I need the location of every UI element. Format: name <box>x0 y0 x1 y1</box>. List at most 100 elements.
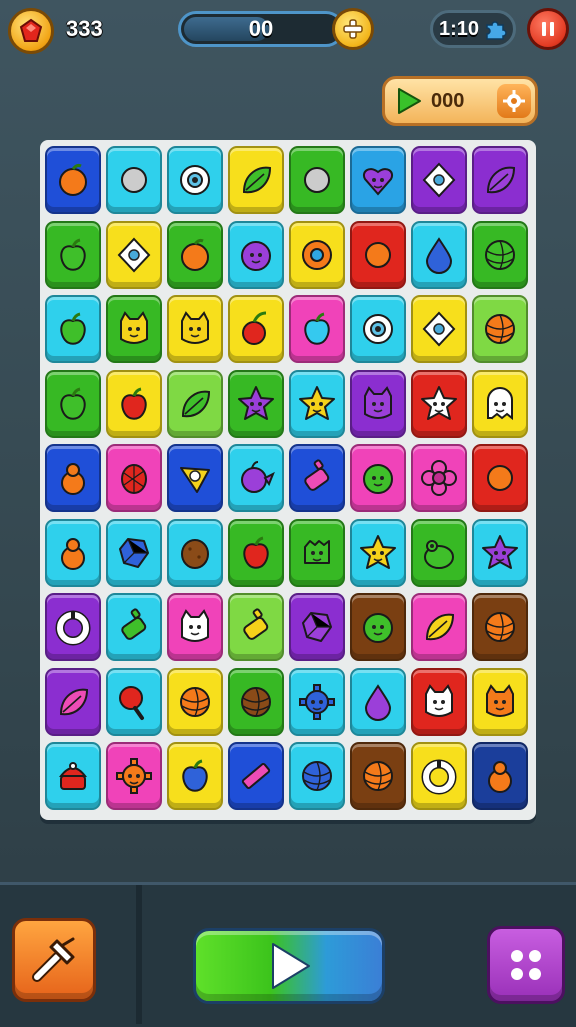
board-tile[interactable] <box>350 369 406 438</box>
board-tile[interactable] <box>228 593 284 661</box>
board-tile[interactable] <box>472 146 528 214</box>
white-cat-icon <box>425 683 453 717</box>
board-tile[interactable] <box>411 295 467 363</box>
play-icon <box>398 88 421 114</box>
board-tile[interactable] <box>167 369 223 438</box>
board-tile[interactable] <box>45 295 101 363</box>
board-tile[interactable] <box>289 518 345 587</box>
yellow-leaf-icon <box>425 613 455 641</box>
board-tile[interactable] <box>167 518 223 587</box>
board-tile[interactable] <box>411 593 467 661</box>
red-apple-icon <box>243 536 269 569</box>
yellow-star-icon <box>299 385 335 420</box>
board-tile[interactable] <box>167 295 223 363</box>
board-tile[interactable] <box>289 667 345 736</box>
board-tile[interactable] <box>167 146 223 214</box>
board-tile[interactable] <box>411 667 467 736</box>
board-tile[interactable] <box>106 444 162 512</box>
board-tile[interactable] <box>472 518 528 587</box>
board-tile[interactable] <box>289 593 345 661</box>
purple-blob-icon <box>241 240 271 271</box>
board-tile[interactable] <box>228 295 284 363</box>
gem-button[interactable] <box>8 8 54 54</box>
green-bottle-icon <box>121 608 147 640</box>
board-tile[interactable] <box>167 593 223 661</box>
board-tile[interactable] <box>45 146 101 214</box>
board-tile[interactable] <box>228 369 284 438</box>
board-tile[interactable] <box>167 667 223 736</box>
board-tile[interactable] <box>411 444 467 512</box>
board-tile[interactable] <box>228 146 284 214</box>
orange-gourd-icon <box>61 463 85 495</box>
hammer-tool-button[interactable] <box>12 918 96 1002</box>
board-tile[interactable] <box>350 593 406 661</box>
bottom-divider <box>136 885 142 1024</box>
board-tile[interactable] <box>472 593 528 661</box>
board-tile[interactable] <box>45 742 101 810</box>
board-tile[interactable] <box>106 518 162 587</box>
puzzle-piece-icon <box>486 21 507 40</box>
board-tile[interactable] <box>350 146 406 214</box>
board-tile[interactable] <box>106 295 162 363</box>
board-tile[interactable] <box>45 444 101 512</box>
orange-ball-icon <box>363 761 393 791</box>
board-tile[interactable] <box>472 369 528 438</box>
board-tile[interactable] <box>167 444 223 512</box>
board-tile[interactable] <box>472 742 528 810</box>
board-tile[interactable] <box>45 220 101 289</box>
orange-ball-icon <box>485 612 515 642</box>
gem-icon <box>19 18 43 42</box>
board-tile[interactable] <box>472 667 528 736</box>
board-tile[interactable] <box>45 593 101 661</box>
board-tile[interactable] <box>350 220 406 289</box>
board-tile[interactable] <box>472 444 528 512</box>
board-tile[interactable] <box>289 220 345 289</box>
play-button[interactable] <box>193 928 385 1004</box>
board-tile[interactable] <box>228 667 284 736</box>
board-tile[interactable] <box>350 444 406 512</box>
board-tile[interactable] <box>350 518 406 587</box>
board-tile[interactable] <box>350 295 406 363</box>
board-tile[interactable] <box>106 369 162 438</box>
board-tile[interactable] <box>289 444 345 512</box>
board-tile[interactable] <box>106 146 162 214</box>
board-tile[interactable] <box>411 518 467 587</box>
video-reward-button[interactable]: 000 <box>382 76 538 126</box>
board-tile[interactable] <box>411 146 467 214</box>
board-tile[interactable] <box>289 146 345 214</box>
board-tile[interactable] <box>289 295 345 363</box>
purple-star-icon <box>238 385 274 420</box>
board-tile[interactable] <box>45 667 101 736</box>
board-tile[interactable] <box>228 444 284 512</box>
add-coins-button[interactable] <box>332 8 374 50</box>
board-tile[interactable] <box>45 518 101 587</box>
board-tile[interactable] <box>167 220 223 289</box>
menu-button[interactable] <box>487 926 565 1004</box>
orange-fox-icon <box>487 465 513 491</box>
board-tile[interactable] <box>106 593 162 661</box>
board-tile[interactable] <box>45 369 101 438</box>
brown-ball-icon <box>241 686 271 717</box>
board-tile[interactable] <box>472 295 528 363</box>
board-tile[interactable] <box>106 742 162 810</box>
board-tile[interactable] <box>350 667 406 736</box>
white-diamond-icon <box>422 311 456 347</box>
board-tile[interactable] <box>228 220 284 289</box>
board-tile[interactable] <box>289 369 345 438</box>
lives-timer[interactable]: 1:10 <box>430 10 516 48</box>
board-tile[interactable] <box>411 369 467 438</box>
yellow-bottle-icon <box>243 608 269 640</box>
purple-heart-icon <box>363 168 393 196</box>
board-tile[interactable] <box>350 742 406 810</box>
board-tile[interactable] <box>228 518 284 587</box>
board-tile[interactable] <box>167 742 223 810</box>
board-tile[interactable] <box>472 220 528 289</box>
board-tile[interactable] <box>411 220 467 289</box>
board-tile[interactable] <box>106 220 162 289</box>
board-tile[interactable] <box>228 742 284 810</box>
board-tile[interactable] <box>289 742 345 810</box>
board-tile[interactable] <box>411 742 467 810</box>
pause-button[interactable] <box>527 8 569 50</box>
purple-cat-icon <box>364 385 392 419</box>
board-tile[interactable] <box>106 667 162 736</box>
